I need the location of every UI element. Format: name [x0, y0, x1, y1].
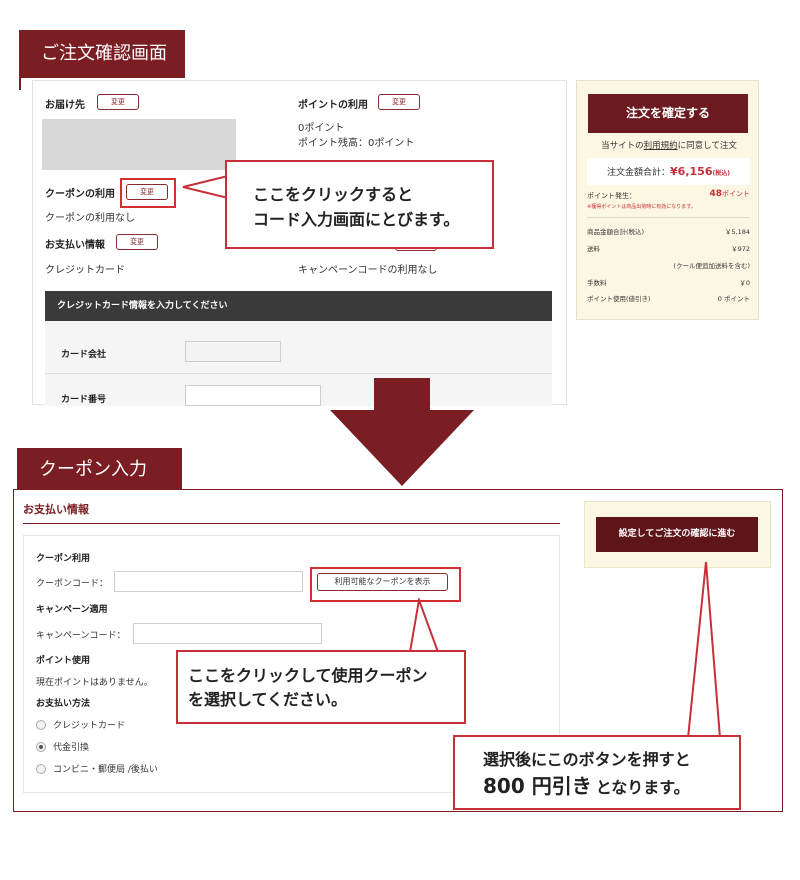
callout2-pointer: [686, 561, 722, 739]
payment-section-title: お支払い情報: [23, 503, 89, 516]
campaign-code-label: キャンペーンコード：: [36, 631, 126, 641]
callout1-line1: ここをクリックして使用クーポン: [188, 666, 428, 685]
callout2-line1: 選択後にこのボタンを押すと: [483, 750, 691, 769]
campaign-value: キャンペーンコードの利用なし: [298, 265, 438, 276]
total-label: 注文金額合計：: [607, 168, 671, 178]
coupon-change-button[interactable]: 変更: [126, 184, 168, 200]
submit-box: 設定してご注文の確認に進む: [584, 501, 771, 568]
payment-change-button[interactable]: 変更: [116, 234, 158, 250]
top-callout-line2: コード入力画面にとびます。: [253, 210, 460, 229]
coupon-input-tab: クーポン入力: [17, 448, 182, 490]
payment-option-label: クレジットカード: [53, 721, 126, 731]
payment-radio-convenience[interactable]: [36, 764, 46, 774]
payment-option-label: コンビニ・郵便局 /後払い: [53, 765, 158, 775]
agree-text: 当サイトの利用規約に同意して注文: [585, 139, 753, 151]
points-change-button[interactable]: 変更: [378, 94, 420, 110]
total-tax: (税込): [712, 170, 730, 177]
order-summary-box: 注文を確定する 当サイトの利用規約に同意して注文 注文金額合計：¥6,156(税…: [576, 80, 759, 320]
summary-row-label: ポイント使用(値引き): [587, 295, 651, 303]
callout2-rest: となります。: [595, 778, 690, 797]
coupon-value: クーポンの利用なし: [45, 213, 135, 224]
callout1-line2: を選択してください。: [188, 690, 348, 709]
summary-row-value: 0 ポイント: [717, 295, 750, 303]
page-title-tab: ご注文確認画面: [19, 30, 185, 78]
payment-value: クレジットカード: [45, 265, 125, 276]
callout1-pointer: [408, 598, 440, 653]
top-callout: ここをクリックすると コード入力画面にとびます。: [225, 160, 494, 249]
payment-radio-cod[interactable]: [36, 742, 46, 752]
card-panel-title: クレジットカード情報を入力してください: [45, 291, 552, 321]
summary-row-note: (クール便追加送料を含む): [673, 262, 750, 270]
campaign-heading: キャンペーン適用: [36, 605, 108, 615]
callout2-line2: 800 円引き となります。: [483, 773, 739, 801]
summary-row-value: ￥972: [731, 245, 750, 253]
coupon-heading: クーポン利用: [36, 554, 91, 564]
submit-confirm-button[interactable]: 設定してご注文の確認に進む: [596, 517, 758, 552]
coupon-label: クーポンの利用: [45, 189, 115, 200]
summary-divider: [587, 217, 750, 218]
total-box: 注文金額合計：¥6,156(税込): [587, 158, 750, 185]
points-earned: 48ポイント: [697, 189, 750, 199]
summary-row-value: ￥5,184: [724, 228, 750, 236]
section-title-underline: [23, 523, 560, 524]
points-value: 0ポイント: [298, 123, 345, 134]
summary-row-label: 送料: [587, 245, 600, 253]
terms-link[interactable]: 利用規約: [644, 141, 678, 151]
points-earned-label: ポイント発生：: [587, 192, 636, 200]
points-earned-value: 48: [709, 189, 722, 199]
agree-suffix: に同意して注文: [677, 141, 737, 151]
card-company-label: カード会社: [61, 350, 107, 360]
card-number-label: カード番号: [61, 395, 107, 405]
points-earned-unit: ポイント: [722, 190, 750, 198]
points-note: ※獲得ポイントは商品出荷時に有効になります。: [587, 204, 696, 210]
coupon-select-callout: ここをクリックして使用クーポン を選択してください。: [176, 650, 466, 724]
confirm-order-button[interactable]: 注文を確定する: [588, 94, 748, 133]
down-arrow-icon: [330, 378, 474, 486]
payment-radio-credit[interactable]: [36, 720, 46, 730]
payment-option-label: 代金引換: [53, 743, 90, 753]
card-panel: クレジットカード情報を入力してください カード会社 カード番号: [45, 291, 552, 406]
points-heading: ポイント使用: [36, 656, 91, 666]
tab-edge: [19, 78, 21, 90]
summary-row-value: ￥0: [739, 279, 750, 287]
points-label: ポイントの利用: [298, 100, 368, 111]
points-text: 現在ポイントはありません。: [36, 678, 153, 688]
address-redacted-block: [42, 119, 236, 170]
card-number-input[interactable]: [185, 385, 321, 406]
summary-row-label: 商品金額合計(税込): [587, 228, 645, 236]
coupon-code-input[interactable]: [114, 571, 303, 592]
campaign-code-input[interactable]: [133, 623, 322, 644]
delivery-label: お届け先: [45, 100, 85, 111]
discount-callout: 選択後にこのボタンを押すと 800 円引き となります。: [453, 735, 741, 810]
card-company-select[interactable]: [185, 341, 281, 362]
points-balance: ポイント残高：0ポイント: [298, 138, 415, 149]
top-callout-line1: ここをクリックすると: [253, 185, 414, 204]
payment-method-heading: お支払い方法: [36, 699, 91, 709]
callout2-big: 800 円引き: [483, 774, 592, 798]
show-coupons-button[interactable]: 利用可能なクーポンを表示: [317, 573, 448, 591]
coupon-code-label: クーポンコード：: [36, 579, 109, 589]
payment-label: お支払い情報: [45, 240, 105, 251]
summary-row-label: 手数料: [587, 279, 607, 287]
total-value: ¥6,156: [670, 165, 713, 178]
card-divider: [45, 373, 552, 374]
delivery-change-button[interactable]: 変更: [97, 94, 139, 110]
agree-prefix: 当サイトの: [601, 141, 644, 151]
